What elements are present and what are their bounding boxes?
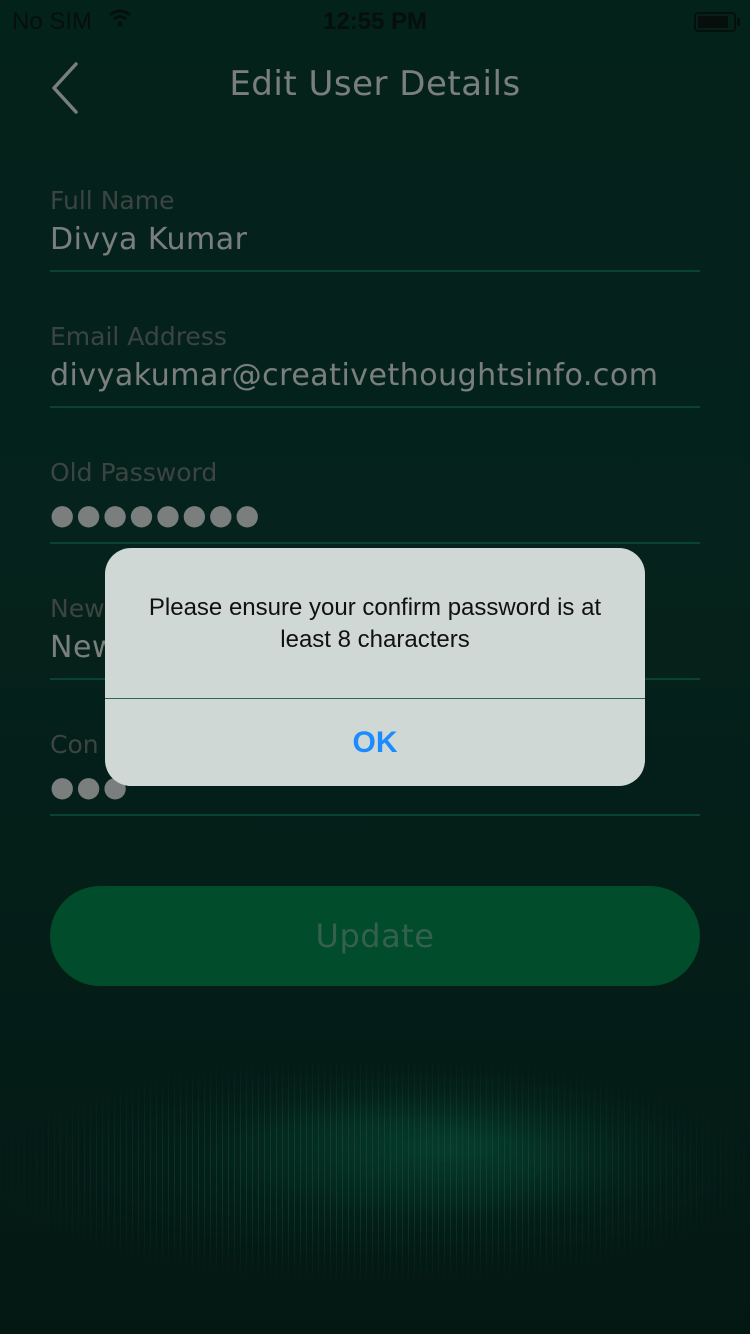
alert-dialog: Please ensure your confirm password is a…	[105, 548, 645, 786]
alert-message: Please ensure your confirm password is a…	[148, 594, 602, 653]
ok-button[interactable]: OK	[105, 699, 645, 786]
